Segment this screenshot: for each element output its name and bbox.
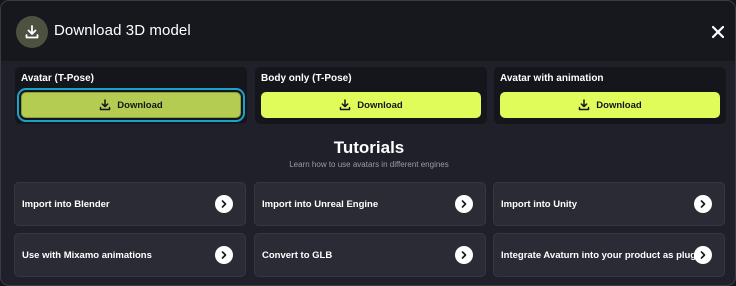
tutorial-unreal[interactable]: Import into Unreal Engine: [254, 182, 486, 226]
download-button-label: Download: [357, 99, 403, 111]
tutorials-title: Tutorials: [333, 138, 405, 157]
arrow-right-icon: [694, 195, 712, 213]
arrow-right-icon: [215, 246, 233, 264]
arrow-right-icon: [215, 195, 233, 213]
modal-header: Download 3D model: [1, 1, 735, 61]
download-button-label: Download: [117, 99, 163, 111]
arrow-right-icon: [455, 246, 473, 264]
download-body-only-button[interactable]: Download: [261, 92, 481, 118]
download-card-label: Avatar (T-Pose): [21, 73, 94, 84]
tutorial-label: Use with Mixamo animations: [22, 249, 152, 261]
modal-title: Download 3D model: [54, 22, 191, 39]
tutorial-plugin[interactable]: Integrate Avaturn into your product as p…: [493, 233, 725, 277]
download-animation-button[interactable]: Download: [500, 92, 720, 118]
tutorial-label: Integrate Avaturn into your product as p…: [501, 249, 705, 261]
tutorial-unity[interactable]: Import into Unity: [493, 182, 725, 226]
tutorial-glb[interactable]: Convert to GLB: [254, 233, 486, 277]
download-card-label: Body only (T-Pose): [261, 73, 352, 84]
download-icon: [16, 16, 48, 48]
close-icon[interactable]: [708, 22, 728, 42]
download-icon: [100, 99, 111, 111]
download-avatar-tpose-button[interactable]: Download: [17, 88, 245, 122]
tutorial-label: Import into Blender: [22, 198, 110, 210]
tutorial-mixamo[interactable]: Use with Mixamo animations: [14, 233, 246, 277]
tutorial-label: Import into Unity: [501, 198, 577, 210]
download-icon: [340, 99, 351, 111]
tutorial-blender[interactable]: Import into Blender: [14, 182, 246, 226]
download-icon: [579, 99, 590, 111]
tutorial-label: Import into Unreal Engine: [262, 198, 379, 210]
download-card-body-only: Body only (T-Pose) Download: [255, 67, 487, 124]
tutorial-label: Convert to GLB: [262, 249, 333, 261]
download-button-label: Download: [596, 99, 642, 111]
download-card-avatar-tpose: Avatar (T-Pose) Download: [15, 67, 247, 124]
download-modal: Download 3D model Avatar (T-Pose) Downlo…: [0, 0, 736, 286]
download-card-label: Avatar with animation: [500, 73, 604, 84]
download-card-animation: Avatar with animation Download: [494, 67, 726, 124]
arrow-right-icon: [455, 195, 473, 213]
arrow-right-icon: [694, 246, 712, 264]
tutorials-subtitle: Learn how to use avatars in different en…: [289, 160, 449, 169]
